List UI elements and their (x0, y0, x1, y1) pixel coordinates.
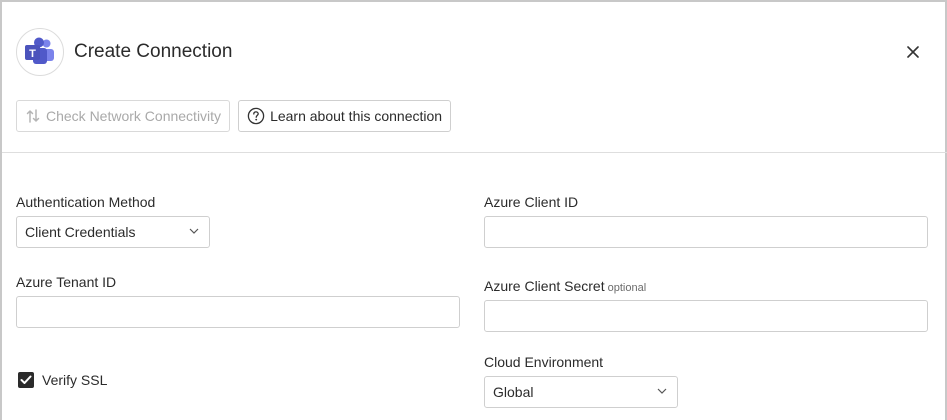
azure-tenant-id-label: Azure Tenant ID (16, 274, 117, 290)
dialog-toolbar: Check Network Connectivity Learn about t… (16, 100, 452, 132)
auth-method-label: Authentication Method (16, 194, 156, 210)
help-circle-icon (247, 107, 265, 125)
header-divider (2, 152, 947, 153)
cloud-environment-select[interactable]: Global (484, 376, 678, 408)
check-network-connectivity-button[interactable]: Check Network Connectivity (16, 100, 231, 132)
azure-client-secret-label-text: Azure Client Secret (484, 278, 605, 294)
azure-client-id-input[interactable] (484, 216, 928, 248)
azure-tenant-id-input[interactable] (16, 296, 460, 328)
learn-about-connection-button[interactable]: Learn about this connection (238, 100, 452, 132)
auth-method-select[interactable]: Client Credentials (16, 216, 210, 248)
verify-ssl-checkbox[interactable] (18, 372, 34, 388)
dialog-header: T Create Connection (16, 28, 232, 76)
chevron-down-icon (189, 228, 199, 234)
azure-client-id-label: Azure Client ID (484, 194, 579, 210)
close-icon[interactable] (907, 46, 919, 58)
optional-tag: optional (607, 282, 647, 294)
check-network-label: Check Network Connectivity (46, 108, 222, 124)
close-button[interactable] (903, 42, 923, 62)
cloud-environment-label: Cloud Environment (484, 354, 604, 370)
auth-method-value: Client Credentials (25, 224, 136, 240)
verify-ssl-row: Verify SSL (18, 372, 107, 388)
learn-label: Learn about this connection (270, 108, 443, 124)
network-check-icon (25, 108, 41, 124)
checkmark-icon (20, 375, 32, 384)
azure-client-secret-label: Azure Client Secret optional (484, 278, 646, 294)
svg-text:T: T (29, 48, 36, 60)
microsoft-teams-icon: T (16, 28, 64, 76)
connection-dialog: T Create Connection Check Network Connec… (0, 0, 947, 420)
dialog-title: Create Connection (74, 41, 233, 62)
azure-client-secret-input[interactable] (484, 300, 928, 332)
chevron-down-icon (657, 388, 667, 394)
verify-ssl-label: Verify SSL (42, 372, 108, 388)
cloud-environment-value: Global (493, 384, 534, 400)
